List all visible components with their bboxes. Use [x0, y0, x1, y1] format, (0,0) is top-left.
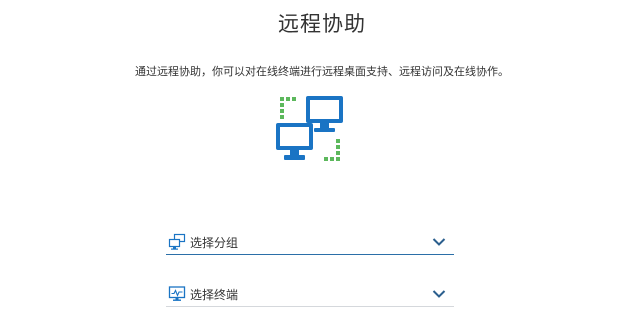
chevron-down-icon[interactable] — [432, 289, 446, 299]
remote-assist-page: 远程协助 通过远程协助，你可以对在线终端进行远程桌面支持、远程访问及在线协作。 — [0, 0, 644, 323]
terminal-select-label: 选择终端 — [190, 287, 239, 302]
page-title: 远程协助 — [278, 12, 366, 36]
page-description: 通过远程协助，你可以对在线终端进行远程桌面支持、远程访问及在线协作。 — [135, 65, 509, 78]
monitor-icon — [168, 285, 186, 303]
group-computers-icon — [168, 233, 186, 251]
group-select[interactable]: 选择分组 — [166, 230, 454, 255]
group-select-label: 选择分组 — [190, 235, 239, 250]
remote-computers-icon — [274, 93, 346, 165]
terminal-select[interactable]: 选择终端 — [166, 282, 454, 307]
chevron-down-icon[interactable] — [432, 237, 446, 247]
